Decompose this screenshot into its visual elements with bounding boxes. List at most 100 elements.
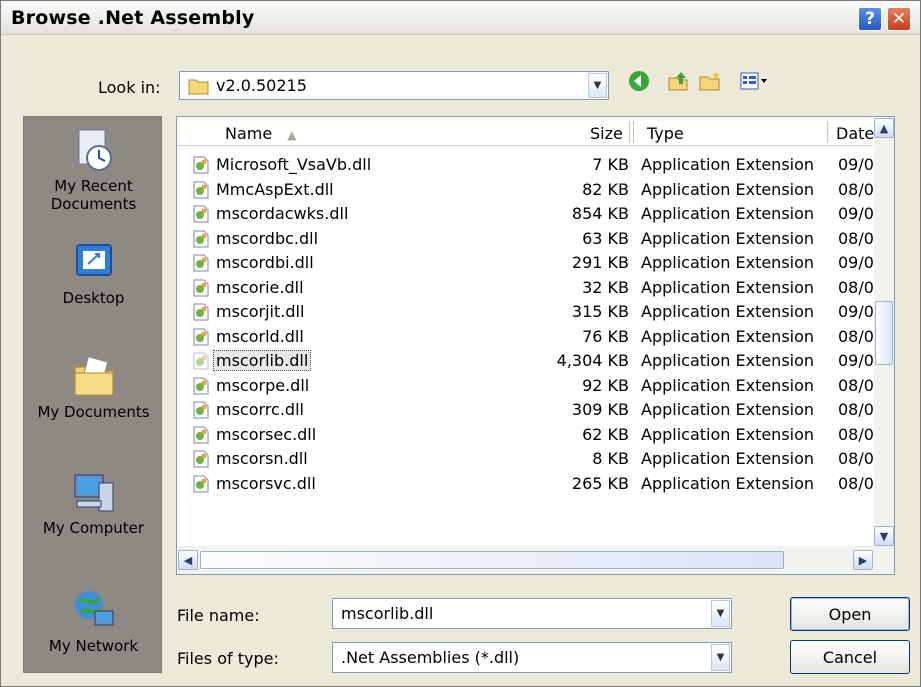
new-folder-button[interactable] bbox=[698, 71, 722, 94]
column-type-header[interactable]: Type bbox=[647, 124, 684, 143]
column-separator[interactable] bbox=[629, 121, 630, 143]
view-menu-button[interactable] bbox=[739, 72, 769, 94]
chevron-down-icon[interactable]: ▼ bbox=[711, 600, 730, 627]
file-size-cell: 854 KB bbox=[571, 204, 629, 223]
column-separator[interactable] bbox=[633, 121, 634, 143]
file-row[interactable]: mscorsn.dll 8 KB Application Extension 08/0… bbox=[178, 447, 884, 471]
sort-ascending-icon: ▲ bbox=[287, 128, 297, 142]
column-name-header[interactable]: Name ▲ bbox=[225, 124, 297, 143]
file-size-cell: 82 KB bbox=[582, 179, 629, 199]
file-type-cell: Application Extension bbox=[641, 253, 815, 272]
close-button[interactable]: ✕ bbox=[887, 7, 911, 31]
file-row[interactable]: mscorsvc.dll 265 KB Application Extension 0… bbox=[178, 472, 884, 496]
dll-file-icon bbox=[192, 475, 210, 493]
file-type-cell: Application Extension bbox=[641, 375, 815, 395]
file-name-cell: Microsoft_VsaVb.dll bbox=[216, 155, 372, 174]
view-grid-icon bbox=[739, 70, 769, 96]
dll-file-icon bbox=[192, 328, 210, 346]
file-name-cell: mscorlib.dll bbox=[212, 350, 312, 371]
scroll-up-icon[interactable]: ▲ bbox=[874, 118, 894, 138]
file-size-cell: 62 KB bbox=[582, 424, 629, 444]
file-row[interactable]: mscorlib.dll 4,304 KB Application Extensio… bbox=[178, 349, 884, 373]
dll-file-icon bbox=[192, 450, 210, 468]
dll-file-icon bbox=[192, 352, 210, 370]
place-my-network[interactable]: My Network bbox=[24, 587, 163, 655]
place-my-recent-documents[interactable]: My Recent Documents bbox=[24, 127, 163, 213]
browse-assembly-dialog: Browse .Net Assembly ? ✕ Look in: v2.0.5… bbox=[0, 0, 921, 687]
file-type-cell: Application Extension bbox=[641, 204, 815, 223]
folder-icon bbox=[188, 77, 210, 99]
file-type-cell: Application Extension bbox=[641, 277, 815, 297]
file-row[interactable]: mscordbc.dll 63 KB Application Extension 08… bbox=[178, 227, 884, 251]
file-row[interactable]: mscorpe.dll 92 KB Application Extension 08/… bbox=[178, 374, 884, 398]
file-size-cell: 4,304 KB bbox=[556, 351, 629, 370]
file-name-combo[interactable]: mscorlib.dll ▼ bbox=[332, 598, 732, 629]
file-row[interactable]: mscorld.dll 76 KB Application Extension 08/… bbox=[178, 325, 884, 349]
file-row[interactable]: mscorsec.dll 62 KB Application Extension 08… bbox=[178, 423, 884, 447]
place-my-documents[interactable]: My Documents bbox=[24, 353, 163, 421]
recent-documents-icon bbox=[71, 127, 117, 173]
file-type-cell: Application Extension bbox=[641, 179, 815, 199]
dll-file-icon bbox=[192, 156, 210, 174]
chevron-down-icon[interactable]: ▼ bbox=[588, 73, 607, 98]
scroll-down-icon[interactable]: ▼ bbox=[874, 526, 894, 546]
place-desktop[interactable]: Desktop bbox=[24, 239, 163, 307]
file-row[interactable]: mscordbi.dll 291 KB Application Extension 0… bbox=[178, 251, 884, 275]
file-name-cell: mscorld.dll bbox=[216, 326, 304, 346]
place-label: My Recent Documents bbox=[50, 177, 137, 213]
cancel-button[interactable]: Cancel bbox=[790, 640, 910, 674]
scroll-right-icon[interactable]: ▶ bbox=[853, 550, 873, 570]
dll-file-icon bbox=[192, 426, 210, 444]
file-type-cell: Application Extension bbox=[641, 449, 815, 468]
file-size-cell: 315 KB bbox=[571, 302, 629, 321]
place-label: My Documents bbox=[37, 403, 150, 421]
file-row[interactable]: mscorrc.dll 309 KB Application Extension 08… bbox=[178, 398, 884, 422]
horizontal-scroll-thumb[interactable] bbox=[200, 551, 784, 569]
file-list-header: Name ▲ Size Type Date bbox=[178, 118, 874, 146]
back-arrow-icon bbox=[628, 70, 650, 96]
file-name-cell: mscordacwks.dll bbox=[216, 204, 349, 223]
open-button[interactable]: Open bbox=[790, 597, 910, 631]
column-size-header[interactable]: Size bbox=[590, 124, 623, 143]
file-name-cell: mscorrc.dll bbox=[216, 400, 304, 419]
chevron-down-icon[interactable]: ▼ bbox=[711, 644, 730, 671]
scroll-left-icon[interactable]: ◀ bbox=[178, 550, 198, 570]
title-bar: Browse .Net Assembly ? ✕ bbox=[1, 1, 920, 35]
help-button[interactable]: ? bbox=[858, 7, 882, 31]
up-folder-button[interactable] bbox=[667, 72, 689, 94]
back-button[interactable] bbox=[628, 70, 650, 96]
vertical-scrollbar[interactable]: ▲ ▼ bbox=[874, 118, 894, 546]
place-label: My Network bbox=[48, 637, 139, 655]
file-name-cell: mscorie.dll bbox=[216, 277, 304, 297]
file-list[interactable]: Name ▲ Size Type Date Microsoft_VsaVb.dl… bbox=[176, 116, 895, 575]
file-size-cell: 32 KB bbox=[582, 277, 629, 297]
file-type-cell: Application Extension bbox=[641, 424, 815, 444]
column-date-header[interactable]: Date bbox=[836, 124, 874, 143]
file-row[interactable]: mscorie.dll 32 KB Application Extension 08/… bbox=[178, 276, 884, 300]
vertical-scroll-thumb[interactable] bbox=[875, 301, 893, 365]
place-my-computer[interactable]: My Computer bbox=[24, 469, 163, 537]
file-row[interactable]: mscordacwks.dll 854 KB Application Extensi… bbox=[178, 202, 884, 226]
file-row[interactable]: mscorjit.dll 315 KB Application Extension 0… bbox=[178, 300, 884, 324]
file-row[interactable]: Microsoft_VsaVb.dll 7 KB Application Exten… bbox=[178, 153, 884, 177]
file-name-cell: mscordbi.dll bbox=[216, 253, 314, 272]
file-name-cell: mscordbc.dll bbox=[216, 228, 319, 248]
file-type-value: .Net Assemblies (*.dll) bbox=[341, 648, 520, 667]
file-name-value[interactable]: mscorlib.dll bbox=[341, 604, 433, 623]
file-size-cell: 8 KB bbox=[592, 449, 629, 468]
dll-file-icon bbox=[192, 279, 210, 297]
file-name-label: File name: bbox=[177, 606, 260, 625]
file-type-combo[interactable]: .Net Assemblies (*.dll) ▼ bbox=[332, 642, 732, 673]
column-separator[interactable] bbox=[827, 121, 828, 143]
file-row[interactable]: MmcAspExt.dll 82 KB Application Extension 0… bbox=[178, 178, 884, 202]
my-network-icon bbox=[71, 587, 117, 633]
horizontal-scrollbar[interactable]: ◀ ▶ bbox=[178, 546, 894, 574]
dll-file-icon bbox=[192, 205, 210, 223]
file-type-cell: Application Extension bbox=[641, 473, 815, 493]
dll-file-icon bbox=[192, 377, 210, 395]
file-type-cell: Application Extension bbox=[641, 228, 815, 248]
file-size-cell: 76 KB bbox=[582, 326, 629, 346]
look-in-combo[interactable]: v2.0.50215 ▼ bbox=[179, 71, 609, 100]
file-size-cell: 63 KB bbox=[582, 228, 629, 248]
file-type-cell: Application Extension bbox=[641, 155, 815, 174]
